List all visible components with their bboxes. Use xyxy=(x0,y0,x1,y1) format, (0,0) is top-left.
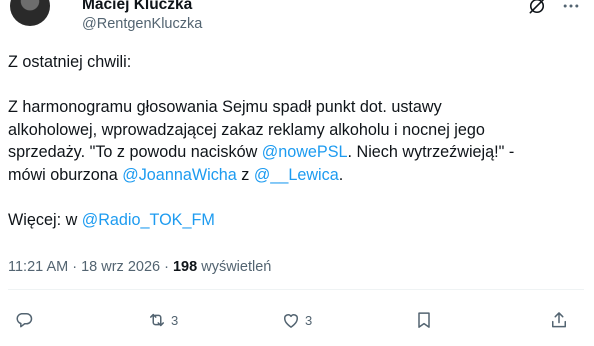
more-icon[interactable] xyxy=(560,0,582,16)
text-run: alkoholowej, wprowadzającej zakaz reklam… xyxy=(8,120,485,139)
view-label: wyświetleń xyxy=(197,259,272,275)
bookmark-button[interactable] xyxy=(414,309,434,331)
separator: · xyxy=(160,259,173,275)
retweet-count: 3 xyxy=(171,312,179,328)
heart-icon xyxy=(284,314,298,328)
avatar[interactable] xyxy=(10,0,50,26)
tweet-line: mówi oburzona @JoannaWicha z @__Lewica. xyxy=(8,164,578,187)
mention-link[interactable]: @__Lewica xyxy=(254,166,339,184)
like-button[interactable]: 3 xyxy=(281,309,312,331)
tweet-line: Więcej: w @Radio_TOK_FM xyxy=(8,209,578,232)
reply-icon xyxy=(16,313,33,328)
tweet-line: sprzedaży. "To z powodu nacisków @nowePS… xyxy=(8,141,578,164)
text-run: sprzedaży. "To z powodu nacisków xyxy=(8,143,262,161)
like-count: 3 xyxy=(305,312,313,328)
separator: · xyxy=(68,259,82,275)
text-run: Z ostatniej chwili: xyxy=(8,53,132,71)
timestamp[interactable]: 11:21 AM xyxy=(8,259,68,275)
divider xyxy=(8,289,584,290)
text-run: mówi oburzona xyxy=(8,165,123,184)
date[interactable]: 18 wrz 2026 xyxy=(81,259,160,275)
grok-icon[interactable] xyxy=(527,0,547,16)
share-button[interactable] xyxy=(549,309,569,331)
tweet: Maciej Kluczka @RentgenKluczka Z ostatni… xyxy=(0,0,594,346)
tweet-line: Z harmonogramu głosowania Sejmu spadł pu… xyxy=(8,96,578,119)
mention-link[interactable]: @JoannaWicha xyxy=(122,166,237,184)
tweet-line: Z ostatniej chwili: xyxy=(8,51,578,74)
text-run: Z harmonogramu głosowania Sejmu spadł pu… xyxy=(8,98,442,116)
view-count: 198 xyxy=(172,259,198,275)
bookmark-icon xyxy=(418,312,430,328)
text-run: . xyxy=(338,165,344,184)
tweet-line: alkoholowej, wprowadzającej zakaz reklam… xyxy=(8,119,578,142)
author-name[interactable]: Maciej Kluczka xyxy=(82,0,192,14)
reply-button[interactable] xyxy=(14,309,38,331)
text-run: . Niech wytrzeźwieją!" - xyxy=(347,143,515,161)
share-icon xyxy=(552,312,566,328)
mention-link[interactable]: @nowePSL xyxy=(262,143,348,161)
author-handle[interactable]: @RentgenKluczka xyxy=(82,16,202,32)
tweet-meta: 11:21 AM · 18 wrz 2026 · 198 wyświetleń xyxy=(8,259,271,275)
retweet-button[interactable]: 3 xyxy=(147,309,178,331)
mention-link[interactable]: @Radio_TOK_FM xyxy=(82,211,215,229)
text-run: Więcej: w xyxy=(8,210,82,229)
text-run: z xyxy=(236,165,254,184)
tweet-text: Z ostatniej chwili: Z harmonogramu głoso… xyxy=(8,51,578,231)
retweet-icon xyxy=(150,313,164,327)
